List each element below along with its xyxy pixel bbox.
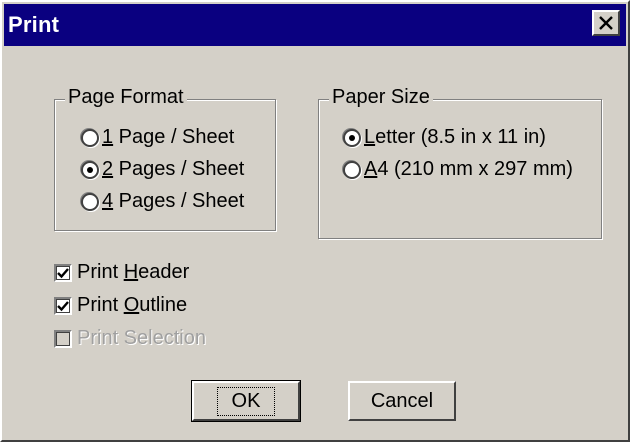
close-x-icon — [599, 16, 613, 30]
cancel-button[interactable]: Cancel — [348, 381, 456, 421]
radio-4-pages-per-sheet[interactable]: 4 Pages / Sheet — [81, 190, 244, 213]
page-format-group: Page Format 1 Page / Sheet 2 Pages / She… — [54, 86, 276, 231]
checkbox-disabled-icon[interactable] — [54, 329, 72, 348]
radio-1-page-label: 1 Page / Sheet — [102, 126, 235, 148]
print-outline-label: Print Outline — [77, 294, 188, 316]
radio-button-icon[interactable] — [81, 128, 99, 147]
radio-a4[interactable]: A4 (210 mm x 297 mm) — [343, 158, 573, 181]
radio-button-selected-icon[interactable] — [81, 160, 99, 179]
paper-size-group: Paper Size Letter (8.5 in x 11 in) A4 (2… — [318, 86, 602, 239]
cancel-button-label: Cancel — [370, 389, 434, 412]
radio-letter-label: Letter (8.5 in x 11 in) — [364, 126, 546, 148]
dialog-title: Print — [8, 12, 60, 37]
radio-a4-label: A4 (210 mm x 297 mm) — [364, 158, 573, 180]
checkbox-checked-icon[interactable] — [54, 263, 72, 282]
print-header-checkbox-row[interactable]: Print Header — [54, 261, 189, 284]
radio-button-icon[interactable] — [81, 192, 99, 211]
ok-button[interactable]: OK — [191, 380, 301, 422]
checkbox-checked-icon[interactable] — [54, 296, 72, 315]
radio-2-pages-per-sheet[interactable]: 2 Pages / Sheet — [81, 158, 244, 181]
print-header-label: Print Header — [77, 261, 190, 283]
radio-button-selected-icon[interactable] — [343, 128, 361, 147]
radio-4-pages-label: 4 Pages / Sheet — [102, 190, 245, 212]
checkmark-icon — [57, 267, 69, 278]
ok-button-label: OK — [216, 386, 276, 416]
print-selection-checkbox-row[interactable]: Print Selection — [54, 327, 206, 350]
print-dialog: Print Page Format 1 Page / Sheet 2 Pages… — [0, 0, 630, 442]
radio-button-icon[interactable] — [343, 160, 361, 179]
print-outline-checkbox-row[interactable]: Print Outline — [54, 294, 187, 317]
close-button[interactable] — [592, 10, 620, 36]
title-bar: Print — [4, 4, 626, 46]
radio-letter[interactable]: Letter (8.5 in x 11 in) — [343, 126, 546, 149]
page-format-label: Page Format — [65, 86, 187, 109]
radio-1-page-per-sheet[interactable]: 1 Page / Sheet — [81, 126, 234, 149]
radio-2-pages-label: 2 Pages / Sheet — [102, 158, 245, 180]
checkmark-icon — [57, 300, 69, 311]
paper-size-label: Paper Size — [329, 86, 433, 109]
print-selection-label: Print Selection — [77, 327, 206, 349]
